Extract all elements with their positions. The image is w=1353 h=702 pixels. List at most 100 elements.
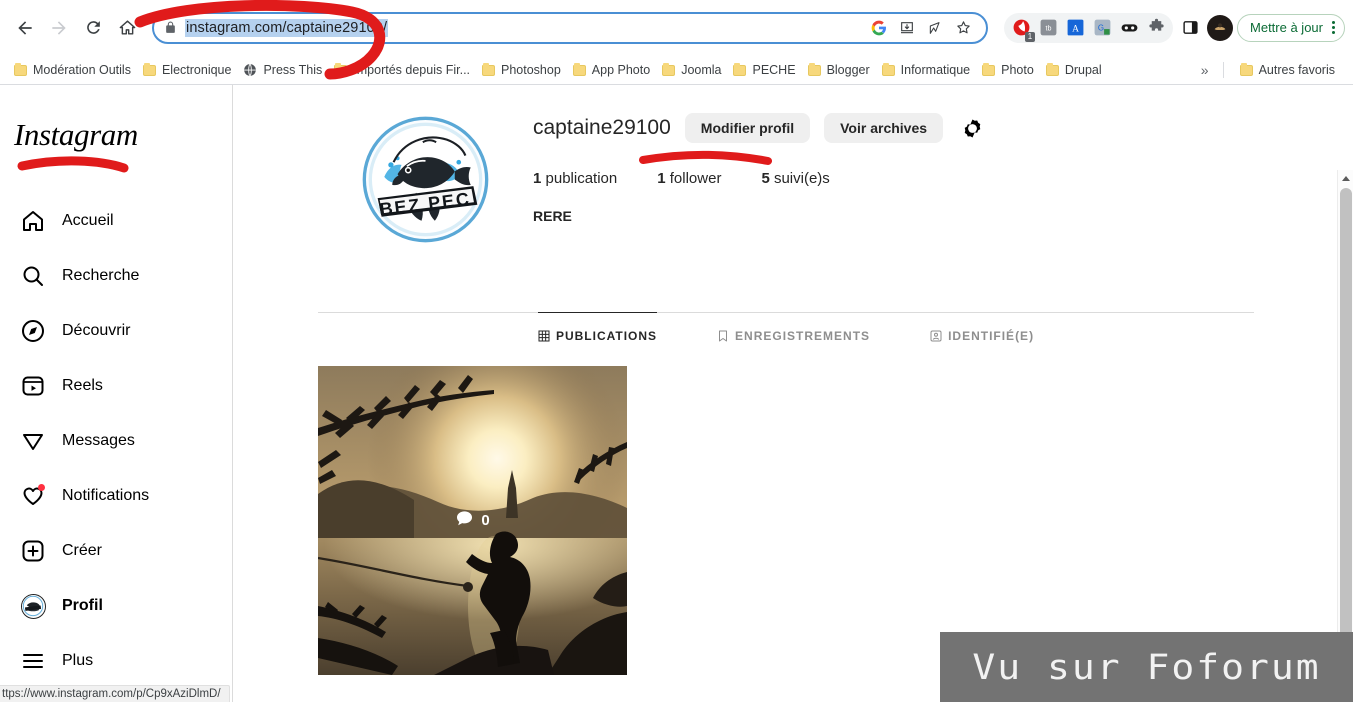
update-label: Mettre à jour xyxy=(1250,20,1323,35)
other-bookmarks-button[interactable]: Autres favoris xyxy=(1234,61,1341,79)
scrollbar-thumb[interactable] xyxy=(1340,188,1352,702)
sidebar-item-label: Recherche xyxy=(62,267,140,284)
url-text[interactable]: instagram.com/captaine29100/ xyxy=(185,18,389,37)
bookmarks-overflow-button[interactable]: » xyxy=(1197,62,1213,78)
tab-label: PUBLICATIONS xyxy=(555,329,658,343)
stat-following[interactable]: 5 suivi(e)s xyxy=(761,170,829,187)
sidebar-item-label: Créer xyxy=(62,542,103,559)
folder-icon xyxy=(881,62,895,76)
extensions-puzzle-icon[interactable] xyxy=(1143,15,1169,41)
folder-icon xyxy=(1045,62,1059,76)
svg-text:A: A xyxy=(1072,24,1079,34)
profile-username: captaine29100 xyxy=(533,116,671,139)
bookmark-item[interactable]: Press This xyxy=(237,61,328,79)
sidebar-item-label: Plus xyxy=(62,652,94,669)
bookmark-label: Informatique xyxy=(900,63,971,77)
gear-icon[interactable] xyxy=(961,117,984,140)
home-icon xyxy=(20,208,46,234)
sidebar-item-label: Découvrir xyxy=(62,322,131,339)
edit-profile-button[interactable]: Modifier profil xyxy=(684,113,811,143)
watermark-banner: Vu sur Foforum xyxy=(940,632,1353,702)
sidebar-item-recherche[interactable]: Recherche xyxy=(8,252,224,300)
avast-badge: 1 xyxy=(1025,31,1036,42)
sidebar-item-creer[interactable]: Créer xyxy=(8,527,224,575)
ublock-icon[interactable] xyxy=(1116,15,1142,41)
sidebar-item-messages[interactable]: Messages xyxy=(8,417,224,465)
google-g-icon[interactable] xyxy=(866,15,892,41)
sidebar-item-accueil[interactable]: Accueil xyxy=(8,197,224,245)
instagram-page: Instagram Accueil Recherche Découvrir Re… xyxy=(0,85,1353,702)
three-dot-menu-icon[interactable] xyxy=(1329,21,1338,34)
plus-square-icon xyxy=(20,538,46,564)
stat-followers[interactable]: 1 follower xyxy=(657,170,721,187)
divider xyxy=(1222,62,1224,78)
post-hover-stats: 0 xyxy=(318,366,627,675)
acrobat-icon[interactable]: A xyxy=(1062,15,1088,41)
bookmark-item[interactable]: Electronique xyxy=(137,61,238,79)
share-icon[interactable] xyxy=(922,15,948,41)
bookmark-item[interactable]: Importés depuis Fir... xyxy=(328,61,476,79)
hamburger-icon xyxy=(20,648,46,674)
folder-icon xyxy=(334,62,348,76)
side-panel-icon[interactable] xyxy=(1177,15,1203,41)
sidebar-item-plus[interactable]: Plus xyxy=(8,637,224,685)
tab-enregistrements[interactable]: ENREGISTREMENTS xyxy=(717,312,870,343)
google-translate-icon[interactable]: G xyxy=(1089,15,1115,41)
page-scrollbar[interactable] xyxy=(1337,170,1353,702)
profile-avatar[interactable] xyxy=(1207,14,1234,41)
bookmark-label: Photoshop xyxy=(501,63,561,77)
profile-main: BEZ PEC captaine29100 Modifier profil Vo… xyxy=(233,85,1331,702)
globe-icon xyxy=(243,63,257,77)
bookmark-star-icon[interactable] xyxy=(950,15,976,41)
compass-icon xyxy=(20,318,46,344)
folder-icon xyxy=(14,62,27,76)
back-button[interactable] xyxy=(10,13,40,43)
forward-button[interactable] xyxy=(44,13,74,43)
profile-stats: 1 publication 1 follower 5 suivi(e)s xyxy=(533,170,984,187)
stat-label: publication xyxy=(545,170,618,187)
paper-plane-icon xyxy=(20,428,46,454)
sidebar-item-profil[interactable]: Profil xyxy=(8,582,224,630)
sidebar-item-reels[interactable]: Reels xyxy=(8,362,224,410)
install-icon[interactable] xyxy=(894,15,920,41)
sidebar-nav: Accueil Recherche Découvrir Reels Messag… xyxy=(0,197,232,685)
bookmark-item[interactable]: Informatique xyxy=(876,61,976,79)
bitdefender-icon[interactable]: tb xyxy=(1035,15,1061,41)
bookmark-label: Modération Outils xyxy=(33,63,131,77)
avast-shield-icon[interactable]: 1 xyxy=(1008,15,1036,42)
profile-picture[interactable]: BEZ PEC xyxy=(359,113,492,246)
bookmark-item[interactable]: App Photo xyxy=(567,61,656,79)
sidebar-item-label: Profil xyxy=(62,597,103,614)
tab-identifie[interactable]: IDENTIFIÉ(E) xyxy=(930,312,1034,343)
bookmark-label: Importés depuis Fir... xyxy=(353,63,471,77)
home-button[interactable] xyxy=(112,13,142,43)
bookmark-item[interactable]: Joomla xyxy=(656,61,727,79)
instagram-sidebar: Instagram Accueil Recherche Découvrir Re… xyxy=(0,85,233,702)
sidebar-item-notifications[interactable]: Notifications xyxy=(8,472,224,520)
address-bar[interactable]: instagram.com/captaine29100/ xyxy=(152,11,989,44)
tab-label: IDENTIFIÉ(E) xyxy=(948,328,1035,343)
bookmark-item[interactable]: Drupal xyxy=(1040,61,1108,79)
tab-publications[interactable]: PUBLICATIONS xyxy=(537,312,658,343)
reload-button[interactable] xyxy=(78,13,108,43)
view-archive-button[interactable]: Voir archives xyxy=(824,113,944,143)
bookmark-icon xyxy=(717,330,729,342)
browser-chrome: instagram.com/captaine29100/ 1 tb A G Me… xyxy=(0,0,1353,85)
search-icon xyxy=(20,263,46,289)
stat-publications: 1 publication xyxy=(533,170,617,187)
bookmark-item[interactable]: PECHE xyxy=(727,61,801,79)
instagram-logo[interactable]: Instagram xyxy=(0,99,232,153)
stat-count: 1 xyxy=(533,170,542,187)
tab-label: ENREGISTREMENTS xyxy=(735,328,871,343)
post-thumbnail[interactable]: 0 xyxy=(318,366,627,675)
bookmark-item[interactable]: Photo xyxy=(976,61,1040,79)
update-button[interactable]: Mettre à jour xyxy=(1237,13,1345,42)
sidebar-item-decouvrir[interactable]: Découvrir xyxy=(8,307,224,355)
scroll-up-arrow[interactable] xyxy=(1338,170,1353,187)
stat-label: follower xyxy=(669,170,722,187)
bookmark-item[interactable]: Photoshop xyxy=(476,61,567,79)
folder-icon xyxy=(142,62,156,76)
bookmark-item[interactable]: Blogger xyxy=(802,61,876,79)
profile-actions-row: captaine29100 Modifier profil Voir archi… xyxy=(533,113,984,143)
bookmark-item[interactable]: Modération Outils xyxy=(8,61,137,79)
